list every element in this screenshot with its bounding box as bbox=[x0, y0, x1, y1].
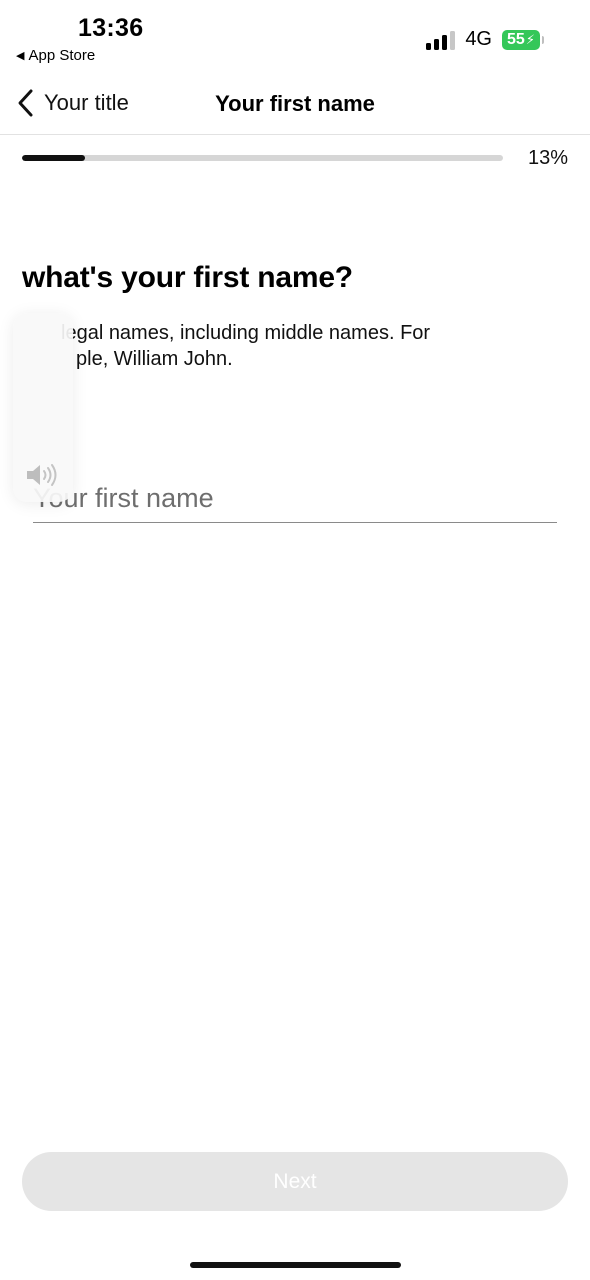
home-indicator[interactable] bbox=[190, 1262, 401, 1268]
helper-line-2: ple, William John. bbox=[76, 348, 233, 370]
cellular-signal-icon bbox=[426, 30, 456, 50]
page-title: Your first name bbox=[215, 91, 375, 116]
first-name-field[interactable] bbox=[33, 478, 557, 523]
network-type: 4G bbox=[465, 28, 492, 50]
back-triangle-icon: ◀ bbox=[16, 50, 25, 62]
speaker-volume-icon bbox=[27, 464, 57, 486]
helper-text: legal names, including middle names. For… bbox=[22, 320, 522, 372]
progress-fill bbox=[22, 155, 85, 161]
next-button[interactable]: Next bbox=[22, 1152, 568, 1211]
question-heading: what's your first name? bbox=[22, 261, 353, 294]
progress-bar bbox=[22, 155, 503, 161]
navigation-bar: Your title Your first name bbox=[0, 74, 590, 135]
back-to-app-link[interactable]: ◀ App Store bbox=[16, 47, 95, 64]
charging-bolt-icon: ⚡ bbox=[525, 31, 535, 47]
helper-line-1: legal names, including middle names. For bbox=[61, 322, 431, 344]
first-name-input[interactable] bbox=[33, 478, 557, 518]
battery-level: 55 bbox=[507, 30, 525, 48]
status-time: 13:36 bbox=[78, 14, 144, 42]
battery-icon: 55 ⚡ bbox=[502, 29, 544, 50]
status-indicators: 4G 55 ⚡ bbox=[426, 28, 544, 51]
back-app-label: App Store bbox=[28, 47, 96, 64]
progress-percent: 13% bbox=[527, 147, 568, 169]
volume-hud bbox=[13, 313, 73, 502]
